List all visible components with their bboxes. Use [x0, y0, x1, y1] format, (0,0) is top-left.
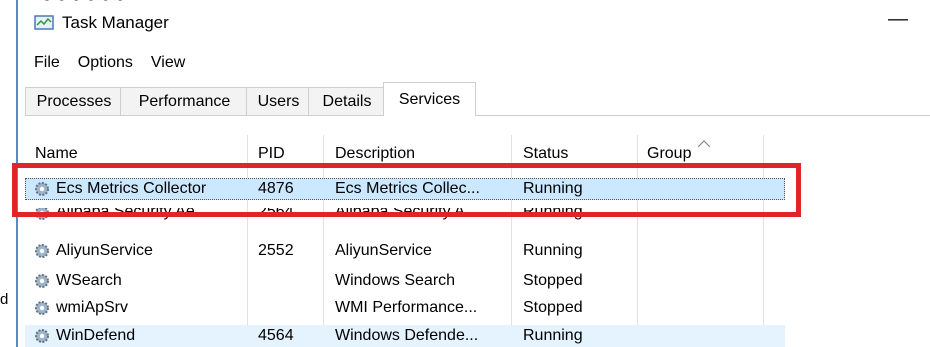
service-gear-icon [35, 301, 49, 315]
column-header-status[interactable]: Status [523, 145, 568, 163]
window-title: Task Manager [62, 13, 169, 32]
menu-view[interactable]: View [151, 54, 185, 72]
column-header-description[interactable]: Description [335, 145, 415, 163]
table-row[interactable]: WSearch Windows Search Stopped [25, 270, 785, 292]
task-manager-icon [34, 15, 54, 30]
column-header-group[interactable]: Group [647, 145, 691, 163]
service-name: WSearch [56, 272, 122, 289]
service-status: Running [523, 242, 583, 259]
menu-bar: File Options View [34, 54, 185, 72]
service-pid: 4564 [258, 327, 294, 344]
service-description: WMI Performance... [335, 299, 478, 316]
service-pid: 2552 [258, 242, 294, 259]
service-description: AliyunService [335, 242, 432, 259]
tab-details[interactable]: Details [308, 87, 386, 115]
service-status: Stopped [523, 299, 583, 316]
clipped-top-text: ~ ~ ~ ~ ~ ~ [0, 0, 930, 6]
service-gear-icon [35, 329, 49, 343]
table-row[interactable]: wmiApSrv WMI Performance... Stopped [25, 297, 785, 319]
service-description: Windows Defende... [335, 327, 479, 344]
column-header-pid[interactable]: PID [258, 145, 285, 163]
menu-options[interactable]: Options [78, 54, 133, 72]
title-bar: Task Manager [34, 10, 169, 36]
service-name: WinDefend [56, 327, 136, 344]
menu-file[interactable]: File [34, 54, 60, 72]
tab-processes[interactable]: Processes [25, 87, 123, 115]
tab-users[interactable]: Users [246, 87, 311, 115]
highlight-annotation-box [12, 163, 801, 217]
service-name: AliyunService [56, 242, 153, 259]
service-gear-icon [35, 274, 49, 288]
tab-bar: Processes Performance Users Details Serv… [25, 80, 930, 116]
service-status: Stopped [523, 272, 583, 289]
stray-text: d [0, 291, 9, 308]
service-description: Windows Search [335, 272, 456, 289]
tab-performance[interactable]: Performance [120, 87, 249, 115]
service-status: Running [523, 327, 583, 344]
table-row[interactable]: WinDefend 4564 Windows Defende... Runnin… [25, 325, 785, 347]
tab-services[interactable]: Services [383, 82, 476, 116]
minimize-button[interactable]: — [888, 8, 908, 31]
column-header-name[interactable]: Name [35, 145, 78, 163]
sort-ascending-icon [697, 140, 711, 148]
service-gear-icon [35, 244, 49, 258]
table-row[interactable]: AliyunService 2552 AliyunService Running [25, 240, 785, 262]
service-name: wmiApSrv [56, 299, 129, 316]
